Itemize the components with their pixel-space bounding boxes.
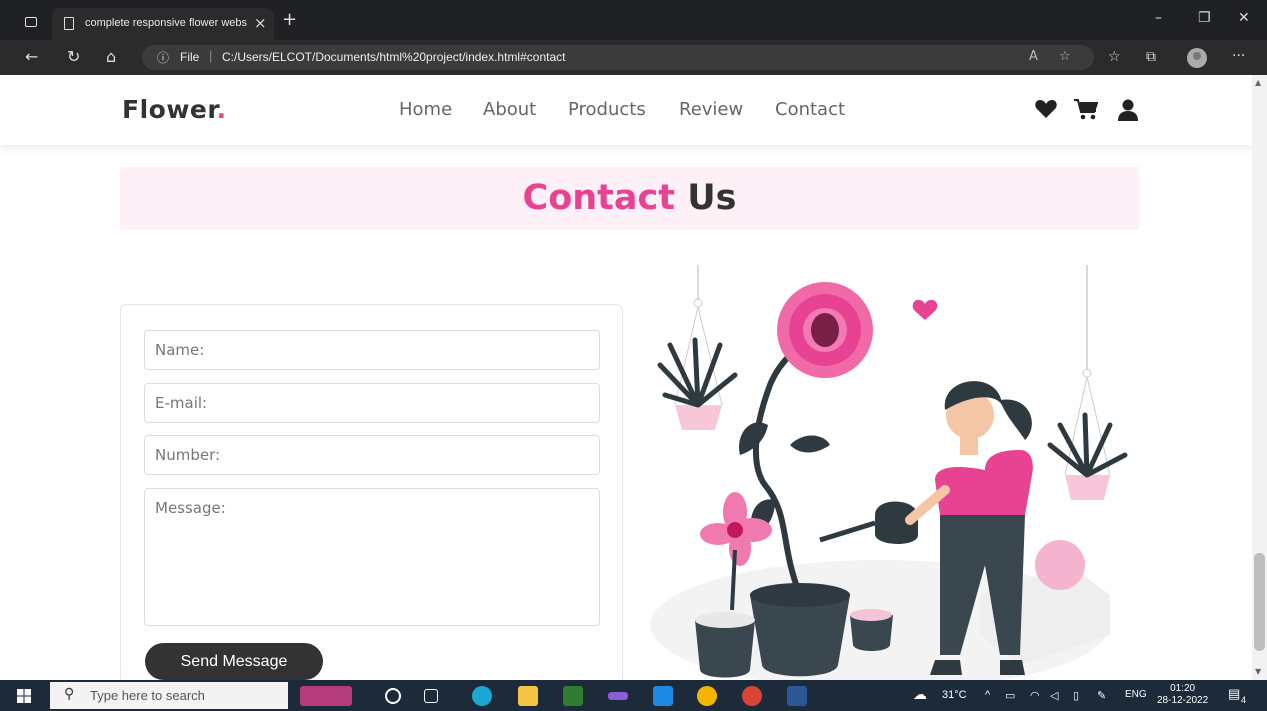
user-icon[interactable] [1117, 99, 1139, 121]
favorites-icon[interactable]: ☆ [1108, 49, 1121, 65]
scroll-up-arrow[interactable]: ▲ [1255, 78, 1261, 87]
tab-close-button[interactable]: × [254, 14, 267, 32]
search-icon: ⚲ [64, 686, 75, 702]
pen-icon[interactable]: ✎ [1097, 689, 1106, 702]
logo-text: Flower [122, 95, 217, 124]
chrome-profile-icon[interactable] [742, 686, 762, 706]
message-textarea[interactable]: Message: [144, 488, 600, 626]
edge-icon[interactable] [472, 686, 492, 706]
browser-tab-strip: complete responsive flower webs × + – ❐ … [0, 0, 1267, 40]
mail-icon[interactable] [653, 686, 673, 706]
scroll-down-arrow[interactable]: ▼ [1255, 667, 1261, 676]
address-separator: | [209, 48, 213, 63]
section-title: Contact Us [522, 178, 737, 218]
widgets-icon[interactable] [300, 686, 352, 706]
window-menu-icon[interactable] [25, 17, 37, 27]
battery-icon[interactable]: ▯ [1073, 689, 1079, 702]
url-text[interactable]: C:/Users/ELCOT/Documents/html%20project/… [222, 50, 565, 64]
task-view-icon[interactable] [424, 689, 438, 703]
site-logo[interactable]: Flower. [122, 95, 227, 124]
scroll-thumb[interactable] [1254, 553, 1265, 651]
cortana-icon[interactable] [385, 688, 401, 704]
read-aloud-icon[interactable]: A [1029, 49, 1038, 64]
infinity-app-icon[interactable] [608, 692, 628, 700]
collections-icon[interactable]: ⧉ [1146, 49, 1156, 65]
network-icon[interactable]: ▭ [1005, 689, 1015, 702]
taskbar-search-box[interactable]: ⚲ Type here to search [50, 682, 288, 709]
cart-icon[interactable] [1074, 99, 1098, 120]
chrome-icon[interactable] [697, 686, 717, 706]
profile-avatar[interactable] [1187, 48, 1207, 68]
word-icon[interactable] [787, 686, 807, 706]
logo-dot: . [216, 95, 227, 124]
number-input[interactable]: Number: [144, 435, 600, 475]
more-button[interactable]: ··· [1232, 48, 1245, 64]
tray-chevron-icon[interactable]: ^ [985, 689, 990, 701]
weather-cloud-icon[interactable]: ☁ [913, 686, 927, 703]
address-bar[interactable]: ⓘ File | C:/Users/ELCOT/Documents/html%2… [142, 45, 1094, 70]
favorite-icon[interactable]: ☆ [1059, 49, 1071, 64]
notification-icon[interactable]: ▤ [1228, 686, 1240, 702]
taskbar-search-placeholder: Type here to search [90, 688, 205, 703]
windows-start-icon[interactable] [17, 689, 31, 703]
weather-temp[interactable]: 31°C [942, 689, 967, 701]
clock-time: 01:20 [1170, 683, 1196, 694]
nav-about[interactable]: About [483, 99, 536, 120]
file-explorer-icon[interactable] [518, 686, 538, 706]
page-viewport: Flower. Home About Products Review Conta… [0, 75, 1252, 680]
file-label: File [180, 50, 200, 64]
store-icon[interactable] [563, 686, 583, 706]
browser-toolbar: ← ↻ ⌂ ⓘ File | C:/Users/ELCOT/Documents/… [0, 40, 1267, 75]
restore-button[interactable]: ❐ [1198, 10, 1211, 26]
refresh-icon[interactable]: ↻ [67, 47, 80, 66]
clock-date: 28-12-2022 [1157, 695, 1209, 706]
minimize-button[interactable]: – [1155, 10, 1162, 26]
heart-icon[interactable] [1035, 99, 1057, 119]
page-scrollbar[interactable]: ▲ ▼ [1252, 75, 1267, 680]
email-input[interactable]: E-mail: [144, 383, 600, 423]
page-icon [64, 17, 74, 30]
gardening-illustration [650, 265, 1128, 680]
nav-products[interactable]: Products [568, 99, 646, 120]
windows-taskbar: ⚲ Type here to search ☁ 31°C ^ ▭ ◠ ◁ ▯ ✎… [0, 680, 1267, 711]
browser-tab[interactable]: complete responsive flower webs × [52, 8, 274, 40]
wifi-icon[interactable]: ◠ [1030, 689, 1040, 702]
tab-title: complete responsive flower webs [85, 17, 248, 29]
name-input[interactable]: Name: [144, 330, 600, 370]
site-info-icon[interactable]: ⓘ [157, 49, 169, 66]
notification-count: 4 [1241, 695, 1247, 705]
nav-contact[interactable]: Contact [775, 99, 845, 120]
language-indicator[interactable]: ENG [1125, 689, 1147, 700]
home-icon[interactable]: ⌂ [106, 47, 116, 66]
contact-heading-banner: Contact Us [120, 167, 1139, 230]
back-icon[interactable]: ← [25, 47, 38, 66]
nav-review[interactable]: Review [679, 99, 743, 120]
site-header: Flower. Home About Products Review Conta… [0, 75, 1252, 145]
clock[interactable]: 01:20 28-12-2022 [1157, 683, 1208, 707]
nav-home[interactable]: Home [399, 99, 452, 120]
volume-icon[interactable]: ◁ [1050, 689, 1058, 702]
send-message-button[interactable]: Send Message [145, 643, 323, 680]
contact-form: Name: E-mail: Number: Message: Send Mess… [120, 304, 623, 680]
new-tab-button[interactable]: + [282, 9, 297, 30]
close-window-button[interactable]: ✕ [1238, 10, 1250, 26]
